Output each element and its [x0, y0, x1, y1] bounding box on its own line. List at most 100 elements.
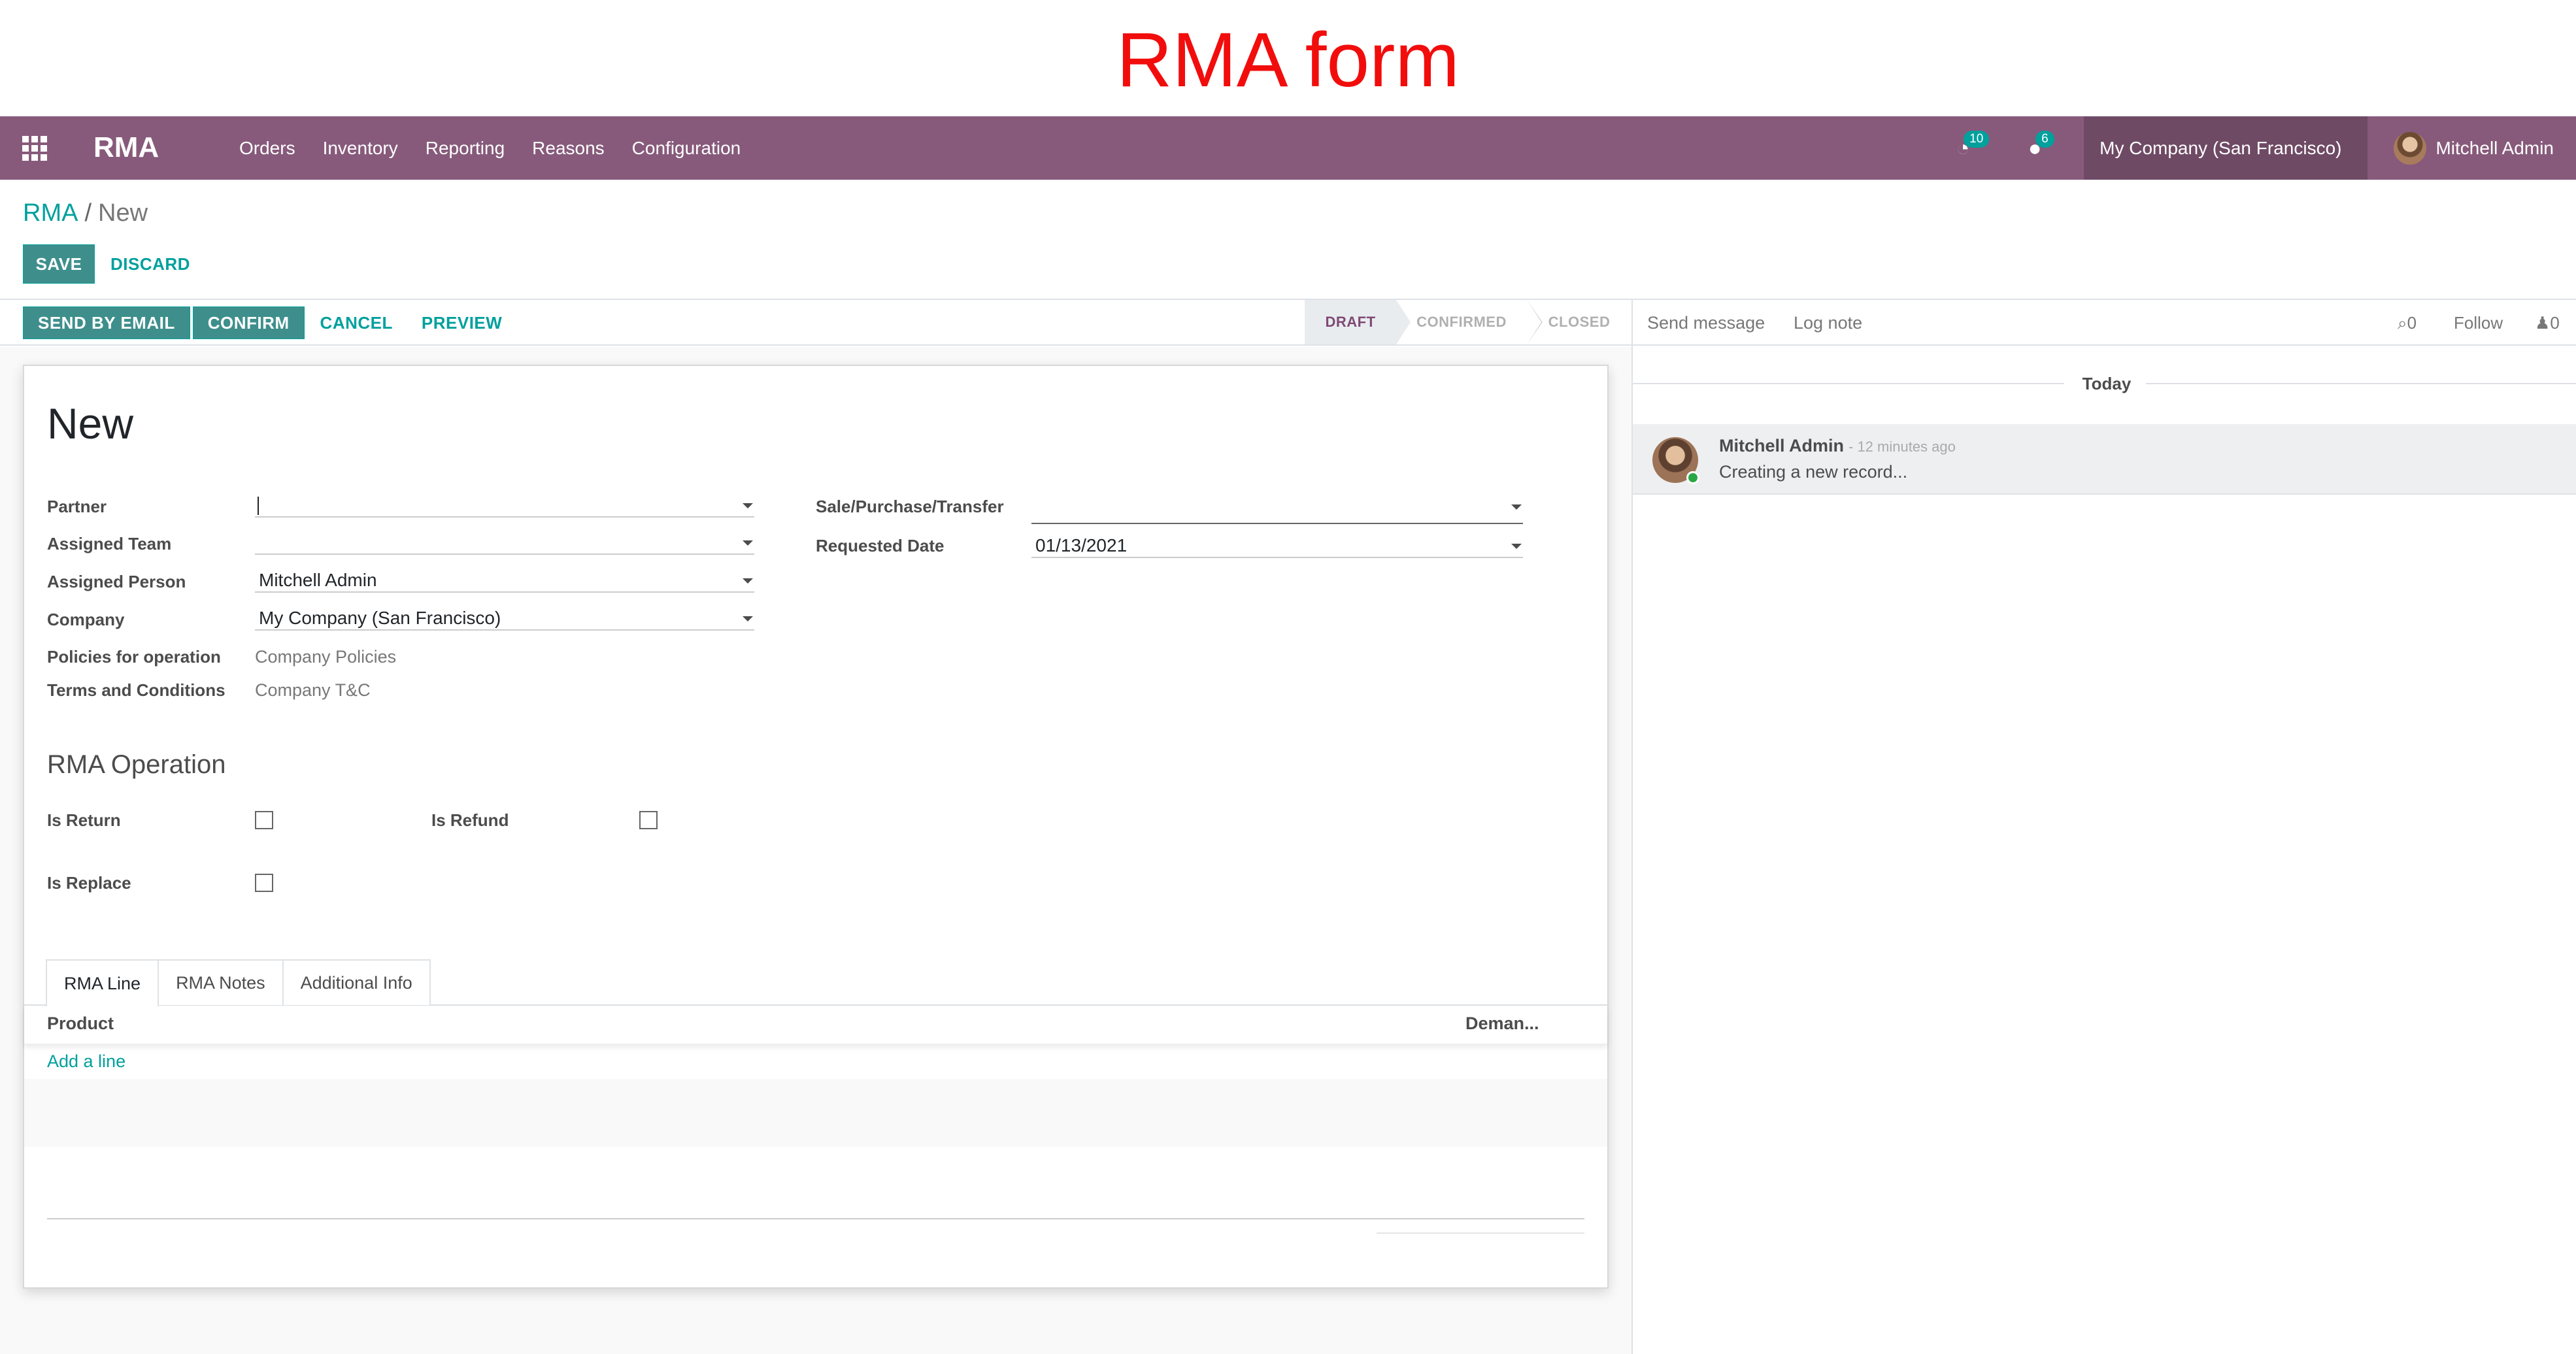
app-name[interactable]: RMA [93, 131, 159, 165]
terms-value: Company T&C [255, 680, 371, 700]
is-refund-checkbox[interactable] [639, 811, 658, 829]
stage-closed-label: CLOSED [1548, 314, 1611, 330]
text-cursor [258, 497, 259, 515]
tab-additional-info[interactable]: Additional Info [282, 959, 431, 1005]
menu-configuration[interactable]: Configuration [632, 138, 741, 159]
breadcrumb-separator: / [84, 199, 92, 227]
policies-value: Company Policies [255, 647, 397, 667]
banner-title: RMA form [1116, 17, 1460, 103]
banner: RMA form [0, 0, 2576, 116]
attachments-button[interactable]: ⌕0 [2398, 312, 2417, 334]
tab-rma-notes[interactable]: RMA Notes [158, 959, 284, 1005]
paperclip-icon: ⌕ [2398, 313, 2407, 333]
date-separator: Today [1633, 371, 2576, 397]
is-refund-label: Is Refund [431, 810, 509, 830]
preview-button[interactable]: PREVIEW [409, 306, 515, 339]
send-by-email-button[interactable]: SEND BY EMAIL [23, 306, 190, 339]
is-return-label: Is Return [47, 810, 121, 830]
separator-line [2146, 383, 2576, 384]
attachments-count: 0 [2407, 313, 2417, 333]
assigned-person-field[interactable]: Mitchell Admin [255, 569, 754, 593]
main-navbar: RMA Orders Inventory Reporting Reasons C… [0, 116, 2576, 180]
statusbar: SEND BY EMAIL CONFIRM CANCEL PREVIEW DRA… [0, 300, 1631, 346]
online-status-icon [1686, 471, 1699, 484]
column-product[interactable]: Product [47, 1014, 114, 1034]
assigned-team-label: Assigned Team [47, 534, 172, 553]
save-button[interactable]: SAVE [23, 244, 95, 284]
partner-label: Partner [47, 497, 107, 516]
column-demand[interactable]: Deman... [1465, 1014, 1539, 1034]
tab-rma-line[interactable]: RMA Line [46, 959, 159, 1006]
table-row [24, 1079, 1607, 1113]
assigned-person-label: Assigned Person [47, 572, 186, 591]
dropdown-caret-icon[interactable] [1511, 544, 1522, 549]
menu-reasons[interactable]: Reasons [532, 138, 605, 159]
followers-button[interactable]: ♟0 [2535, 312, 2560, 334]
message-body: Creating a new record... [1719, 462, 1908, 482]
stage-draft[interactable]: DRAFT [1305, 300, 1411, 344]
date-separator-label: Today [2082, 374, 2132, 393]
sale-purchase-transfer-label: Sale/Purchase/Transfer [816, 497, 1004, 516]
company-field[interactable]: My Company (San Francisco) [255, 607, 754, 631]
is-replace-checkbox[interactable] [255, 874, 273, 892]
table-row [24, 1113, 1607, 1147]
messaging-menu[interactable]: ● 6 [2012, 116, 2058, 180]
user-menu[interactable]: Mitchell Admin [2367, 116, 2576, 180]
requested-date-field[interactable]: 01/13/2021 [1031, 535, 1523, 558]
section-title-rma-operation: RMA Operation [47, 750, 226, 779]
policies-label: Policies for operation [47, 647, 221, 667]
dropdown-caret-icon[interactable] [743, 540, 753, 546]
activity-badge: 10 [1964, 131, 1990, 148]
menu-inventory[interactable]: Inventory [323, 138, 398, 159]
stage-confirmed-label: CONFIRMED [1416, 314, 1507, 330]
chatter-topbar: Send message Log note ⌕0 Follow ♟0 [1633, 300, 2576, 346]
messages-badge: 6 [2035, 131, 2054, 148]
systray: ◔ 10 ● 6 My Company (San Francisco) Mitc… [1940, 116, 2576, 180]
chatter-message: Mitchell Admin - 12 minutes ago Creating… [1633, 424, 2576, 495]
stage-arrow [1396, 300, 1411, 344]
send-message-button[interactable]: Send message [1647, 312, 1765, 334]
dropdown-caret-icon[interactable] [743, 578, 753, 584]
followers-count: 0 [2550, 313, 2560, 333]
menu-orders[interactable]: Orders [239, 138, 295, 159]
stage-draft-label: DRAFT [1325, 314, 1376, 330]
requested-date-value: 01/13/2021 [1035, 535, 1128, 555]
confirm-button[interactable]: CONFIRM [192, 306, 305, 339]
chatter-panel: Send message Log note ⌕0 Follow ♟0 Today… [1631, 300, 2576, 1354]
dropdown-caret-icon[interactable] [743, 616, 753, 621]
message-date: - 12 minutes ago [1848, 438, 1956, 455]
terms-label: Terms and Conditions [47, 680, 226, 700]
record-title: New [47, 399, 134, 448]
assigned-person-value: Mitchell Admin [259, 570, 377, 590]
sale-purchase-transfer-field[interactable] [1031, 501, 1523, 524]
cancel-button[interactable]: CANCEL [307, 306, 406, 339]
breadcrumb: RMA / New [23, 198, 148, 228]
stage-confirmed[interactable]: CONFIRMED [1396, 300, 1543, 344]
avatar [2394, 131, 2427, 165]
dropdown-caret-icon[interactable] [743, 503, 753, 508]
lines-table-header: Product Deman... [24, 1006, 1607, 1045]
activity-menu[interactable]: ◔ 10 [1940, 116, 1990, 180]
breadcrumb-current: New [98, 199, 148, 227]
discard-button[interactable]: DISCARD [105, 244, 196, 284]
user-name: Mitchell Admin [2435, 137, 2554, 158]
dropdown-caret-icon[interactable] [1511, 504, 1522, 510]
breadcrumb-rma[interactable]: RMA [23, 199, 78, 227]
is-return-checkbox[interactable] [255, 811, 273, 829]
log-note-button[interactable]: Log note [1794, 312, 1862, 334]
nav-menu: Orders Inventory Reporting Reasons Confi… [239, 116, 741, 180]
company-value: My Company (San Francisco) [259, 608, 501, 628]
statusbar-buttons: SEND BY EMAIL CONFIRM CANCEL PREVIEW [23, 306, 515, 339]
follow-button[interactable]: Follow [2454, 312, 2503, 334]
message-author[interactable]: Mitchell Admin [1719, 435, 1844, 457]
apps-grid-icon[interactable] [22, 136, 47, 161]
company-switcher[interactable]: My Company (San Francisco) [2084, 116, 2368, 180]
add-line-link[interactable]: Add a line [47, 1050, 125, 1072]
stage-arrow [1527, 300, 1541, 344]
menu-reporting[interactable]: Reporting [426, 138, 505, 159]
table-footer-line [47, 1218, 1584, 1219]
stage-closed[interactable]: CLOSED [1527, 300, 1631, 344]
assigned-team-field[interactable] [255, 531, 754, 555]
partner-field[interactable] [255, 494, 754, 518]
user-icon: ♟ [2535, 313, 2551, 333]
